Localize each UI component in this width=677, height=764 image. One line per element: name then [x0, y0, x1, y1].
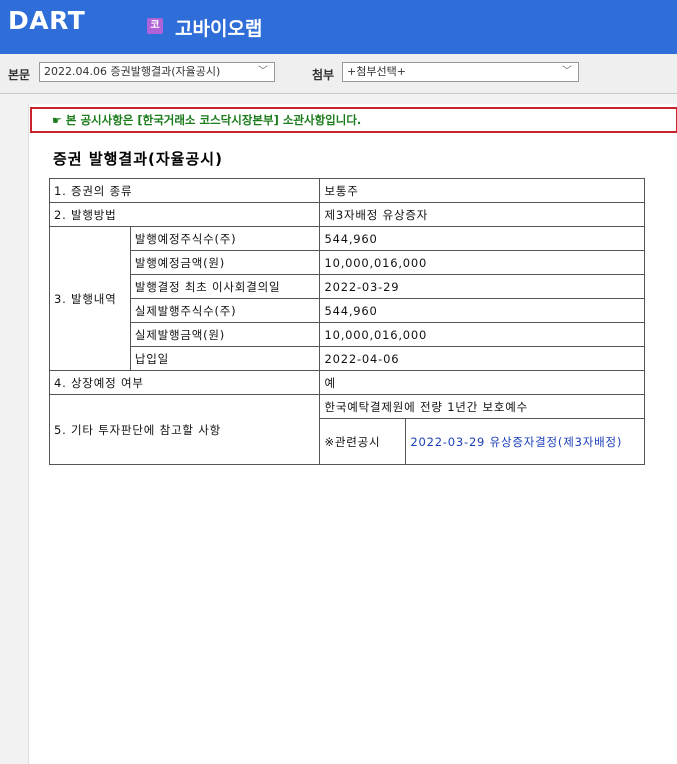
header-bar: DART 코 고바이오랩	[0, 0, 677, 54]
company-name[interactable]: 고바이오랩	[175, 14, 262, 41]
table-label-cell: 2. 발행방법	[48, 202, 321, 227]
table-row: 5. 기타 투자판단에 참고할 사항 한국예탁결제원에 전량 1년간 보호예수	[48, 394, 645, 465]
table-value-cell: 544,960	[319, 298, 645, 323]
table-row: 발행예정금액(원) 10,000,016,000	[50, 250, 645, 275]
attachment-select[interactable]: +첨부선택+ ﹀	[342, 62, 579, 82]
toolbar: 본문 2022.04.06 증권발행결과(자율공시) ﹀ 첨부 +첨부선택+ ﹀	[0, 54, 677, 94]
table-sublabel-cell: 실제발행주식수(주)	[129, 298, 321, 323]
document-title: 증권 발행결과(자율공시)	[53, 150, 223, 168]
table-value-cell: 보통주	[319, 178, 645, 203]
table-value-cell: 10,000,016,000	[319, 250, 645, 275]
notice-text: 본 공시사항은 [한국거래소 코스닥시장본부] 소관사항입니다.	[65, 113, 362, 127]
table-row: 4. 상장예정 여부 예	[48, 370, 645, 395]
main-doc-select-value: 2022.04.06 증권발행결과(자율공시)	[44, 65, 221, 78]
table-value-cell: 544,960	[319, 226, 645, 251]
notice-banner: ☛ 본 공시사항은 [한국거래소 코스닥시장본부] 소관사항입니다.	[30, 107, 677, 133]
table-label-cell: 4. 상장예정 여부	[48, 370, 321, 395]
document-viewer[interactable]: ☛ 본 공시사항은 [한국거래소 코스닥시장본부] 소관사항입니다. 증권 발행결…	[28, 104, 677, 764]
main-doc-label: 본문	[8, 68, 31, 82]
table-value-cell: 예	[319, 370, 645, 395]
table-sublabel-cell: 납입일	[129, 346, 321, 371]
chevron-down-icon: ﹀	[562, 66, 572, 77]
table-sublabel-cell: 실제발행금액(원)	[129, 322, 321, 347]
table-value-cell: 2022-04-06	[319, 346, 645, 371]
chevron-down-icon: ﹀	[258, 66, 268, 77]
kosdaq-badge: 코	[147, 18, 163, 34]
related-disclosure-label: ※관련공시	[319, 418, 407, 465]
table-row: 발행결정 최초 이사회결의일 2022-03-29	[50, 274, 645, 299]
table-row: 1. 증권의 종류 보통주	[48, 178, 645, 203]
table-sublabel-cell: 발행결정 최초 이사회결의일	[129, 274, 321, 299]
main-doc-select[interactable]: 2022.04.06 증권발행결과(자율공시) ﹀	[39, 62, 275, 82]
attachment-select-value: +첨부선택+	[347, 65, 406, 78]
table-sublabel-cell: 발행예정금액(원)	[129, 250, 321, 275]
table-value-cell: 2022-03-29	[319, 274, 645, 299]
table-value-cell: 10,000,016,000	[319, 322, 645, 347]
attachment-label: 첨부	[312, 68, 335, 82]
pointing-hand-icon: ☛	[52, 114, 62, 127]
table-row: 3. 발행내역 발행예정주식수(주) 544,960	[49, 226, 645, 371]
table-value-cell: 한국예탁결제원에 전량 1년간 보호예수	[319, 394, 645, 419]
related-disclosure-link[interactable]: 2022-03-29 유상증자결정(제3자배정)	[405, 418, 645, 465]
table-row: 실제발행주식수(주) 544,960	[50, 298, 645, 323]
table-value-cell: 제3자배정 유상증자	[319, 202, 645, 227]
table-label-cell: 3. 발행내역	[49, 226, 131, 371]
table-row: 2. 발행방법 제3자배정 유상증자	[48, 202, 645, 227]
table-label-cell: 5. 기타 투자판단에 참고할 사항	[48, 394, 321, 465]
table-row: 납입일 2022-04-06	[50, 346, 645, 371]
table-sublabel-cell: 발행예정주식수(주)	[129, 226, 321, 251]
dart-logo[interactable]: DART	[8, 6, 85, 35]
table-label-cell: 1. 증권의 종류	[48, 178, 321, 203]
disclosure-table: 1. 증권의 종류 보통주 2. 발행방법 제3자배정 유상증자 3. 발행내역…	[48, 178, 645, 465]
table-row: 실제발행금액(원) 10,000,016,000	[50, 322, 645, 347]
